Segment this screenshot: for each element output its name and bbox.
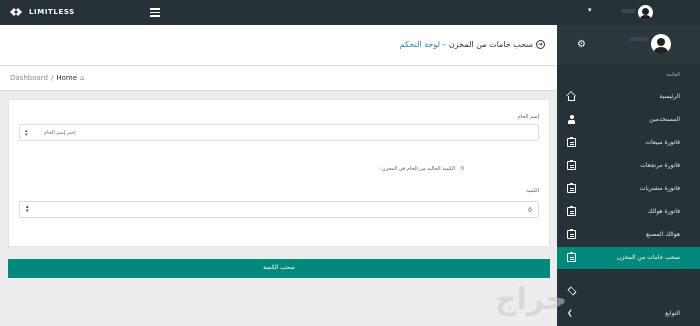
- layers-icon: [567, 286, 576, 295]
- sidebar-item-label: هوالك المصنع: [646, 231, 680, 238]
- chevron-down-icon[interactable]: ▾: [588, 6, 592, 14]
- sidebar-item-label: التوابع: [665, 310, 680, 317]
- sidebar-heading: القائمة: [666, 72, 680, 78]
- quantity-label: الكمية: [526, 188, 539, 194]
- menu-toggle-icon[interactable]: [150, 8, 160, 17]
- avatar[interactable]: [638, 5, 653, 20]
- spinner-icon[interactable]: ▴ ▾: [26, 205, 29, 214]
- stock-value: 0: [460, 166, 464, 172]
- user-icon: [567, 115, 576, 124]
- breadcrumb: Dashboard / Home ⌂: [10, 74, 84, 82]
- sidebar-item-users[interactable]: المستخدمين: [557, 109, 700, 131]
- breadcrumb-dashboard[interactable]: Dashboard: [10, 74, 48, 82]
- clipboard-icon: [567, 252, 576, 262]
- sidebar-item-label: الرئيسية: [659, 93, 680, 100]
- page-header: ➔ سحب خامات من المخزن - لوحة التحكم: [0, 25, 557, 66]
- select-caret-icon: ▴ ▾: [25, 128, 28, 138]
- sidebar-item-label: فاتورة مشتريات: [639, 185, 680, 192]
- sidebar-item-label: سحب خامات من المخزن: [616, 254, 680, 261]
- product-label: إسم الخام: [517, 114, 539, 120]
- back-arrow-icon[interactable]: ➔: [536, 40, 545, 49]
- form-panel: إسم الخام ▴ ▾ إختر إسم الخام الكمية الحال…: [8, 99, 550, 247]
- sidebar-item-layers[interactable]: [557, 280, 700, 302]
- product-select-value: إختر إسم الخام: [44, 130, 76, 136]
- sidebar-item-home[interactable]: الرئيسية: [557, 86, 700, 108]
- sidebar-item-followers[interactable]: ❮ التوابع: [557, 303, 700, 325]
- sidebar-item-label: المستخدمين: [649, 116, 680, 123]
- top-navbar: LIMITLESS ▾: [0, 0, 700, 25]
- gear-icon[interactable]: ⚙: [577, 39, 586, 50]
- sidebar-item-withdraw-materials[interactable]: سحب خامات من المخزن: [557, 247, 700, 269]
- watermark: حراج: [495, 282, 569, 317]
- home-icon: ⌂: [80, 74, 85, 82]
- sidebar-item-damage-invoice[interactable]: فاتورة هوالك: [557, 201, 700, 223]
- stock-label: الكمية الحالية من الخام في المخزن :: [378, 166, 455, 172]
- page-title-link[interactable]: لوحة التحكم: [400, 40, 440, 49]
- clipboard-icon: [567, 206, 576, 216]
- sidebar-user: ⚙: [557, 25, 700, 65]
- product-select[interactable]: ▴ ▾ إختر إسم الخام: [19, 124, 539, 141]
- page-title: ➔ سحب خامات من المخزن - لوحة التحكم: [400, 40, 545, 49]
- page-title-main: سحب خامات من المخزن: [448, 40, 533, 49]
- sidebar-item-factory-damage[interactable]: هوالك المصنع: [557, 224, 700, 246]
- sidebar-item-label: فاتورة مبيعات: [645, 139, 680, 146]
- sidebar: ⚙ القائمة الرئيسية المستخدمين فاتورة مبي…: [557, 25, 700, 326]
- brand[interactable]: LIMITLESS: [9, 6, 75, 18]
- withdraw-button[interactable]: سحب الكمية: [8, 259, 550, 278]
- quantity-input[interactable]: ▴ ▾ 0: [19, 201, 539, 218]
- clipboard-icon: [567, 183, 576, 193]
- logo-icon: [10, 8, 22, 16]
- brand-name: LIMITLESS: [29, 8, 75, 16]
- sidebar-item-label: فاتورة هوالك: [647, 208, 680, 215]
- sidebar-user-name: [630, 37, 648, 41]
- clipboard-icon: [567, 137, 576, 147]
- sidebar-item-purchases-invoice[interactable]: فاتورة مشتريات: [557, 178, 700, 200]
- quantity-value: 0: [528, 207, 532, 214]
- sidebar-item-sales-invoice[interactable]: فاتورة مبيعات: [557, 132, 700, 154]
- breadcrumb-bar: Dashboard / Home ⌂: [0, 66, 557, 91]
- sidebar-item-returns-invoice[interactable]: فاتورة مرتجعات: [557, 155, 700, 177]
- chevron-left-icon: ❮: [567, 309, 573, 317]
- clipboard-icon: [567, 160, 576, 170]
- clipboard-icon: [567, 229, 576, 239]
- breadcrumb-separator: /: [50, 74, 54, 82]
- sidebar-item-label: فاتورة مرتجعات: [640, 162, 680, 169]
- home-icon: [568, 96, 575, 101]
- sidebar-avatar[interactable]: [651, 34, 671, 54]
- user-name[interactable]: [621, 9, 635, 13]
- page-title-separator: -: [443, 40, 446, 49]
- breadcrumb-home[interactable]: Home: [56, 74, 77, 82]
